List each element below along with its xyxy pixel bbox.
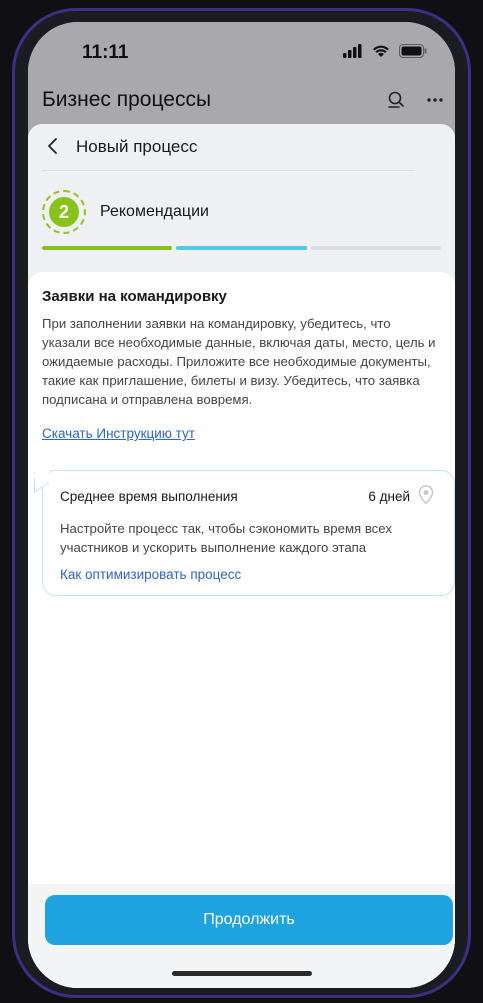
chevron-left-icon[interactable] — [46, 136, 60, 156]
step-label: Рекомендации — [100, 203, 209, 220]
progress-segment-2 — [176, 246, 307, 250]
more-icon[interactable] — [425, 90, 445, 110]
header-icons — [387, 90, 445, 110]
recommendation-title: Заявки на командировку — [42, 288, 227, 305]
tip-text-line: участников и ускорить выполнение каждого… — [60, 540, 367, 555]
search-list-icon[interactable] — [387, 90, 407, 110]
body-line: такие как приглашение, билеты и визу. Уб… — [42, 373, 420, 388]
recommendation-body: При заполнении заявки на командировку, у… — [42, 314, 442, 409]
location-pin-icon — [418, 485, 434, 505]
nav-divider — [42, 170, 415, 171]
body-line: подписана и отправлена вовремя. — [42, 392, 253, 407]
screen: 11:11 Бизнес процессы Новый процесс 2 Ре… — [28, 22, 455, 988]
nav-row: Новый процесс — [28, 124, 455, 170]
continue-button[interactable]: Продолжить — [45, 895, 453, 945]
download-instruction-link[interactable]: Скачать Инструкцию тут — [42, 426, 195, 441]
tip-text: Настройте процесс так, чтобы сэкономить … — [60, 519, 430, 557]
step-badge: 2 — [42, 190, 86, 234]
body-line: указали все необходимые данные, включая … — [42, 335, 436, 350]
status-time: 11:11 — [82, 42, 129, 63]
tip-text-line: Настройте процесс так, чтобы сэкономить … — [60, 521, 392, 536]
nav-title: Новый процесс — [76, 137, 198, 156]
footer: Продолжить — [28, 884, 455, 988]
step-row: 2 Рекомендации — [42, 188, 209, 236]
bottom-sheet: Новый процесс 2 Рекомендации Заявки на к… — [28, 124, 455, 988]
body-line: При заполнении заявки на командировку, у… — [42, 316, 391, 331]
body-line: ожидаемые расходы. Приложите все необход… — [42, 354, 431, 369]
status-icons — [343, 44, 427, 58]
tip-heading: Среднее время выполнения — [60, 489, 238, 504]
battery-icon — [399, 44, 427, 58]
home-indicator[interactable] — [172, 971, 312, 976]
tip-tail — [34, 467, 49, 494]
progress-segment-3 — [310, 246, 441, 250]
tip-days: 6 дней — [368, 489, 410, 504]
step-progress-bar — [42, 246, 441, 250]
recommendation-card: Заявки на командировку При заполнении за… — [28, 272, 455, 988]
tip-card: Среднее время выполнения 6 дней Настройт… — [34, 467, 455, 596]
progress-segment-1 — [42, 246, 173, 250]
app-title: Бизнес процессы — [42, 88, 212, 111]
optimize-process-link[interactable]: Как оптимизировать процесс — [60, 567, 241, 582]
step-number: 2 — [49, 197, 79, 227]
status-bar: 11:11 — [28, 22, 455, 80]
wifi-icon — [373, 45, 389, 57]
signal-icon — [343, 44, 362, 58]
